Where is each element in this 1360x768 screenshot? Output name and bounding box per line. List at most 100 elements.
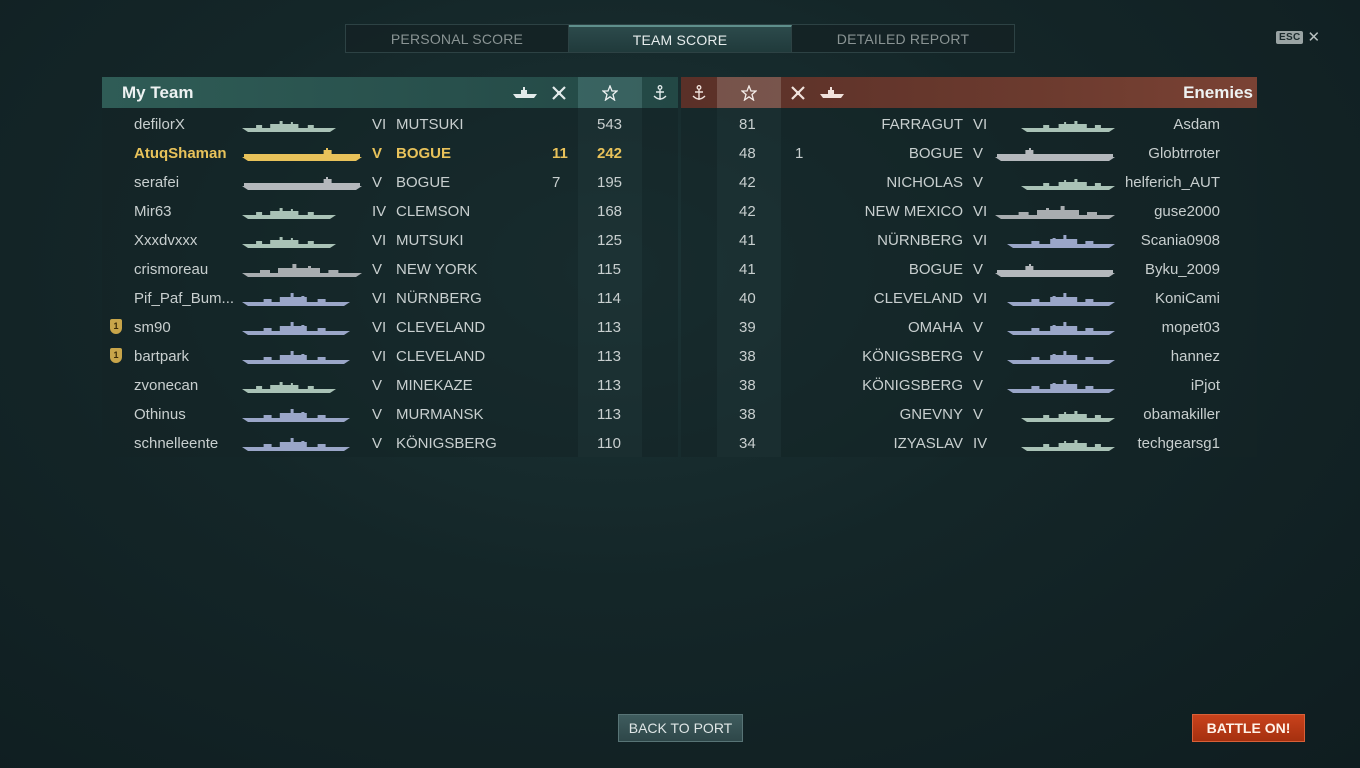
- tab-team-score[interactable]: TEAM SCORE: [569, 25, 792, 52]
- medal-icon: 1: [110, 348, 122, 363]
- player-name: Scania0908: [1140, 232, 1220, 249]
- ship-silhouette-icon: [242, 380, 336, 398]
- ship-name: NÜRNBERG: [877, 232, 963, 249]
- ship-tier: V: [973, 261, 984, 278]
- player-score: 41: [739, 261, 756, 278]
- player-row[interactable]: serafei V BOGUE 7 195: [102, 168, 678, 197]
- player-name: Asdam: [1173, 116, 1220, 133]
- player-score: 113: [597, 377, 621, 394]
- tab-personal-score[interactable]: PERSONAL SCORE: [346, 25, 569, 52]
- player-name: AtuqShaman: [134, 145, 227, 162]
- player-row[interactable]: AtuqShaman V BOGUE 11 242: [102, 139, 678, 168]
- enemies-title: Enemies: [1183, 83, 1253, 102]
- player-row[interactable]: schnelleente V KÖNIGSBERG 110: [102, 429, 678, 458]
- ship-name: NICHOLAS: [886, 174, 963, 191]
- anchor-icon: [685, 77, 713, 108]
- star-icon: [578, 77, 642, 108]
- player-score: 42: [739, 174, 756, 191]
- ship-tier: V: [372, 406, 383, 423]
- player-row[interactable]: zvonecan V MINEKAZE 113: [102, 371, 678, 400]
- player-score: 242: [597, 145, 623, 162]
- ship-silhouette-icon: [242, 177, 362, 195]
- ship-tier: VI: [372, 232, 387, 249]
- player-score: 168: [597, 203, 623, 220]
- player-row[interactable]: 41 NÜRNBERG VI Scania0908: [681, 226, 1257, 255]
- ship-name: CLEVELAND: [873, 290, 963, 307]
- player-score: 115: [597, 261, 621, 278]
- ship-name: KÖNIGSBERG: [862, 377, 963, 394]
- ship-tier: VI: [973, 232, 988, 249]
- ship-silhouette-icon: [242, 206, 336, 224]
- player-row[interactable]: 81 FARRAGUT VI Asdam: [681, 110, 1257, 139]
- ship-silhouette-icon: [242, 148, 362, 166]
- ship-tier: VI: [973, 116, 988, 133]
- ship-silhouette-icon: [1007, 380, 1115, 398]
- ship-silhouette-icon: [242, 264, 362, 282]
- player-row[interactable]: Pif_Paf_Bum... VI NÜRNBERG 114: [102, 284, 678, 313]
- ship-name: MUTSUKI: [396, 232, 464, 249]
- ship-name: KÖNIGSBERG: [396, 435, 497, 452]
- ship-icon: [510, 77, 540, 108]
- player-row[interactable]: 48 1 BOGUE V Globtrroter: [681, 139, 1257, 168]
- player-row[interactable]: 41 BOGUE V Byku_2009: [681, 255, 1257, 284]
- player-name: zvonecan: [134, 377, 199, 394]
- tab-detailed-report[interactable]: DETAILED REPORT: [792, 25, 1014, 52]
- player-name: sm90: [134, 319, 171, 336]
- player-name: guse2000: [1154, 203, 1220, 220]
- ship-name: BOGUE: [908, 261, 963, 278]
- player-name: Xxxdvxxx: [134, 232, 198, 249]
- ship-tier: VI: [372, 116, 387, 133]
- player-row[interactable]: 38 GNEVNY V obamakiller: [681, 400, 1257, 429]
- player-row[interactable]: crismoreau V NEW YORK 115: [102, 255, 678, 284]
- player-row[interactable]: Xxxdvxxx VI MUTSUKI 125: [102, 226, 678, 255]
- player-row[interactable]: 1 bartpark VI CLEVELAND 113: [102, 342, 678, 371]
- ship-silhouette-icon: [1021, 119, 1115, 137]
- player-name: defilorX: [134, 116, 185, 133]
- ship-tier: V: [372, 145, 383, 162]
- ship-name: BOGUE: [908, 145, 963, 162]
- ship-silhouette-icon: [242, 293, 350, 311]
- player-row[interactable]: 42 NEW MEXICO VI guse2000: [681, 197, 1257, 226]
- planes-destroyed: 7: [552, 174, 561, 191]
- player-row[interactable]: defilorX VI MUTSUKI 543: [102, 110, 678, 139]
- my-team-header: My Team: [102, 77, 678, 108]
- player-row[interactable]: Othinus V MURMANSK 113: [102, 400, 678, 429]
- planes-destroyed: 1: [795, 145, 804, 162]
- player-name: Byku_2009: [1144, 261, 1220, 278]
- ship-tier: V: [973, 377, 984, 394]
- player-row[interactable]: 38 KÖNIGSBERG V iPjot: [681, 371, 1257, 400]
- battle-on-button[interactable]: BATTLE ON!: [1192, 714, 1305, 742]
- ship-silhouette-icon: [995, 148, 1115, 166]
- player-row[interactable]: 1 sm90 VI CLEVELAND 113: [102, 313, 678, 342]
- player-name: iPjot: [1190, 377, 1220, 394]
- player-row[interactable]: Mir63 IV CLEMSON 168: [102, 197, 678, 226]
- my-team-panel: My Team defilorX VI MUTSUKI 543 AtuqSham…: [102, 77, 678, 457]
- player-name: crismoreau: [134, 261, 209, 278]
- player-name: bartpark: [134, 348, 190, 365]
- ship-tier: V: [372, 261, 383, 278]
- back-to-port-button[interactable]: BACK TO PORT: [618, 714, 743, 742]
- player-row[interactable]: 34 IZYASLAV IV techgearsg1: [681, 429, 1257, 458]
- ship-silhouette-icon: [1007, 351, 1115, 369]
- player-row[interactable]: 39 OMAHA V mopet03: [681, 313, 1257, 342]
- player-name: Pif_Paf_Bum...: [134, 290, 235, 307]
- planes-destroyed: 11: [552, 145, 568, 162]
- player-name: schnelleente: [134, 435, 219, 452]
- ship-tier: V: [973, 145, 984, 162]
- player-score: 34: [739, 435, 756, 452]
- player-row[interactable]: 38 KÖNIGSBERG V hannez: [681, 342, 1257, 371]
- player-score: 114: [597, 290, 621, 307]
- player-score: 195: [597, 174, 623, 191]
- ship-tier: VI: [973, 290, 988, 307]
- player-row[interactable]: 42 NICHOLAS V helferich_AUT: [681, 168, 1257, 197]
- ship-tier: V: [372, 377, 383, 394]
- ship-tier: VI: [372, 348, 387, 365]
- player-name: KoniCami: [1154, 290, 1220, 307]
- ship-tier: V: [372, 435, 383, 452]
- player-score: 40: [739, 290, 756, 307]
- player-row[interactable]: 40 CLEVELAND VI KoniCami: [681, 284, 1257, 313]
- close-button[interactable]: ESC ✕: [1276, 30, 1320, 45]
- ship-name: MUTSUKI: [396, 116, 464, 133]
- ship-silhouette-icon: [1007, 235, 1115, 253]
- ship-silhouette-icon: [242, 409, 350, 427]
